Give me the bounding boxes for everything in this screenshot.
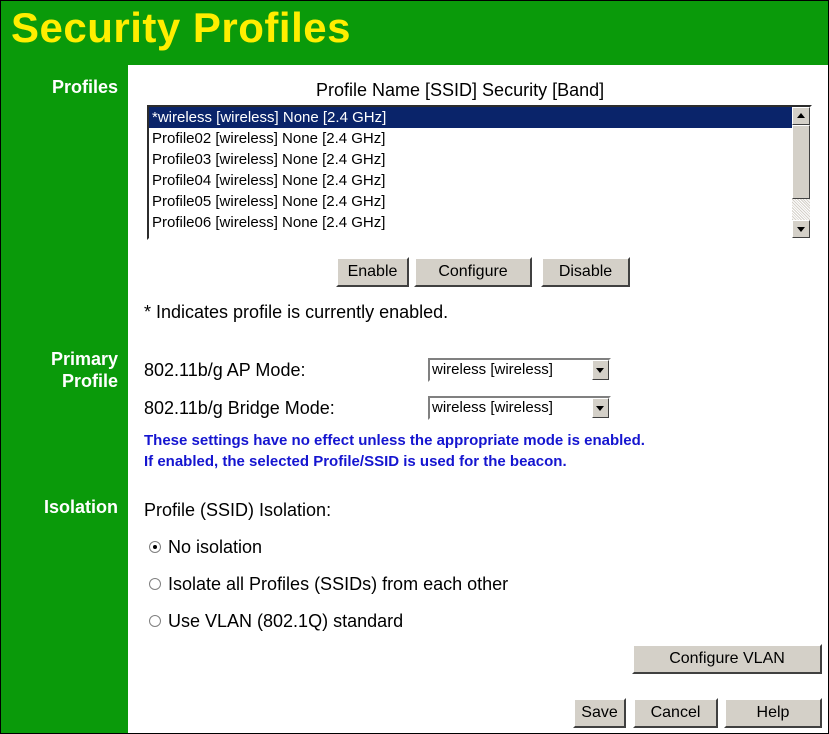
radio-isolate-all[interactable] [149,578,161,590]
mode-note-line1: These settings have no effect unless the… [144,432,645,449]
mode-note-line2: If enabled, the selected Profile/SSID is… [144,453,567,470]
title-bar: Security Profiles [1,1,828,65]
isolation-label: Profile (SSID) Isolation: [144,500,332,520]
section-label-isolation: Isolation [43,497,118,517]
enable-button[interactable]: Enable [336,257,409,287]
help-button[interactable]: Help [724,698,822,728]
profile-list-item[interactable]: Profile06 [wireless] None [2.4 GHz] [149,212,792,233]
radio-no-isolation[interactable] [149,541,161,553]
profile-listbox[interactable]: *wireless [wireless] None [2.4 GHz] Profi… [147,105,812,240]
profile-list-items: *wireless [wireless] None [2.4 GHz] Profi… [149,107,792,233]
page-frame: Security Profiles Profiles Primary Profi… [0,0,829,734]
scrollbar-thumb[interactable] [792,125,810,199]
bridge-mode-select[interactable]: wireless [wireless] [428,396,611,420]
cancel-button[interactable]: Cancel [633,698,718,728]
profile-list-header: Profile Name [SSID] Security [Band] [316,80,605,100]
radio-use-vlan[interactable] [149,615,161,627]
profile-list-item[interactable]: *wireless [wireless] None [2.4 GHz] [149,107,792,128]
configure-button[interactable]: Configure [414,257,532,287]
option-no-isolation-label[interactable]: No isolation [168,537,262,558]
chevron-down-icon[interactable] [592,360,609,380]
chevron-down-icon[interactable] [592,398,609,418]
section-label-profiles: Profiles [51,77,118,97]
profile-list-item[interactable]: Profile04 [wireless] None [2.4 GHz] [149,170,792,191]
sidebar: Profiles Primary Profile Isolation [1,65,128,733]
scroll-up-arrow-icon[interactable] [792,107,810,125]
option-use-vlan-label[interactable]: Use VLAN (802.1Q) standard [168,611,403,632]
scroll-down-arrow-icon[interactable] [792,220,810,238]
option-isolate-all-label[interactable]: Isolate all Profiles (SSIDs) from each o… [168,574,508,595]
ap-mode-label: 802.11b/g AP Mode: [144,360,306,380]
configure-vlan-button[interactable]: Configure VLAN [632,644,822,674]
profile-list-item[interactable]: Profile02 [wireless] None [2.4 GHz] [149,128,792,149]
ap-mode-select[interactable]: wireless [wireless] [428,358,611,382]
profile-list-item[interactable]: Profile03 [wireless] None [2.4 GHz] [149,149,792,170]
section-label-primary-profile: Primary Profile [50,349,118,391]
page-title: Security Profiles [11,4,351,51]
save-button[interactable]: Save [573,698,626,728]
bridge-mode-label: 802.11b/g Bridge Mode: [144,398,335,418]
ap-mode-select-value: wireless [wireless] [432,361,553,378]
enabled-footnote: * Indicates profile is currently enabled… [144,302,449,322]
disable-button[interactable]: Disable [541,257,630,287]
bridge-mode-select-value: wireless [wireless] [432,399,553,416]
profile-list-scrollbar[interactable] [792,107,810,238]
profile-list-item[interactable]: Profile05 [wireless] None [2.4 GHz] [149,191,792,212]
